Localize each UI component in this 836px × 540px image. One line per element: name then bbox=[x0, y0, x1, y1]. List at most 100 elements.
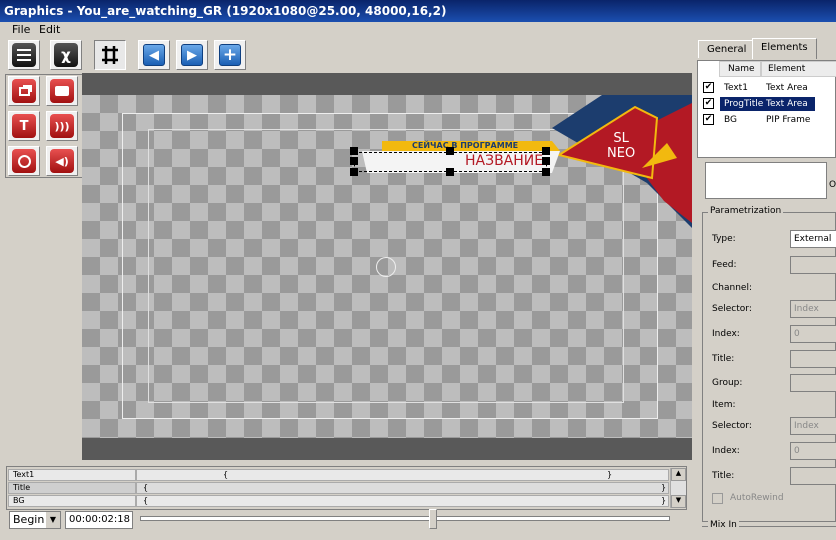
rectangle-tool[interactable] bbox=[46, 76, 78, 106]
resize-handle[interactable] bbox=[446, 147, 454, 155]
banner-top-text: СЕЙЧАС В ПРОГРАММЕ bbox=[412, 141, 519, 150]
resize-handle[interactable] bbox=[350, 168, 358, 176]
next-button[interactable]: ▶ bbox=[176, 40, 208, 70]
timeline-slider-track[interactable] bbox=[140, 516, 670, 521]
speaker-icon: ◀) bbox=[50, 149, 74, 173]
window-title: Graphics - You_are_watching_GR (1920x108… bbox=[0, 0, 836, 22]
clock-tool[interactable] bbox=[8, 146, 40, 176]
list-item[interactable]: ✔ ProgTitle Text Area bbox=[698, 96, 836, 112]
previous-button[interactable]: ◀ bbox=[138, 40, 170, 70]
element-name: ProgTitle bbox=[724, 99, 764, 109]
parametrization-legend: Parametrization bbox=[708, 206, 784, 216]
grid-icon bbox=[102, 46, 118, 64]
track-out-marker: } bbox=[607, 470, 613, 479]
mixin-legend: Mix In bbox=[708, 520, 739, 530]
track-in-marker: { bbox=[143, 483, 149, 492]
selector-field[interactable]: Index bbox=[790, 300, 836, 318]
safe-area-button[interactable] bbox=[94, 40, 126, 70]
scroll-down-icon[interactable]: ▼ bbox=[671, 495, 686, 508]
resize-handle[interactable] bbox=[350, 147, 358, 155]
logo-text: SL NEO bbox=[607, 131, 635, 161]
graphics-canvas[interactable]: СЕЙЧАС В ПРОГРАММЕ НАЗВАНИЕ SL NEO bbox=[82, 73, 692, 460]
title2-label: Title: bbox=[712, 471, 735, 481]
menu-file[interactable]: File bbox=[12, 23, 30, 36]
element-preview bbox=[705, 162, 827, 199]
title2-field[interactable] bbox=[790, 467, 836, 485]
scroll-up-icon[interactable]: ▲ bbox=[671, 468, 686, 481]
audio-tool[interactable]: ◀) bbox=[46, 146, 78, 176]
selector2-field[interactable]: Index bbox=[790, 417, 836, 435]
track-in-marker: { bbox=[223, 470, 229, 479]
index-label: Index: bbox=[712, 329, 740, 339]
arrow-left-icon: ◀ bbox=[143, 44, 165, 66]
selector-label: Selector: bbox=[712, 304, 752, 314]
text-tool[interactable]: T bbox=[8, 111, 40, 141]
mode-value: Begin bbox=[13, 513, 45, 526]
pip-tool[interactable] bbox=[8, 76, 40, 106]
add-button[interactable]: + bbox=[214, 40, 246, 70]
column-header-element[interactable]: Element bbox=[761, 61, 836, 77]
script-button[interactable]: χ bbox=[50, 40, 82, 70]
clock-icon bbox=[12, 149, 36, 173]
track-in-marker: { bbox=[143, 496, 149, 505]
selector2-label: Selector: bbox=[712, 421, 752, 431]
function-icon: χ bbox=[54, 43, 78, 67]
index-field[interactable]: 0 bbox=[790, 325, 836, 343]
timeline-slider-thumb[interactable] bbox=[429, 509, 438, 529]
visibility-checkbox[interactable]: ✔ bbox=[703, 98, 714, 109]
timecode-field[interactable]: 00:00:02:18 bbox=[65, 511, 133, 529]
visibility-checkbox[interactable]: ✔ bbox=[703, 114, 714, 125]
track-label[interactable]: Text1 bbox=[8, 469, 136, 481]
list-item[interactable]: ✔ BG PIP Frame bbox=[698, 112, 836, 128]
resize-handle[interactable] bbox=[350, 157, 358, 165]
resize-handle[interactable] bbox=[542, 168, 550, 176]
group-label: Group: bbox=[712, 378, 743, 388]
properties-button[interactable] bbox=[8, 40, 40, 70]
menu-edit[interactable]: Edit bbox=[39, 23, 60, 36]
tab-elements[interactable]: Elements bbox=[752, 38, 817, 59]
track-bar[interactable]: { } bbox=[136, 482, 669, 494]
index2-field[interactable]: 0 bbox=[790, 442, 836, 460]
chevron-down-icon[interactable]: ▼ bbox=[46, 512, 60, 528]
resize-handle[interactable] bbox=[446, 168, 454, 176]
element-type: Text Area bbox=[766, 99, 808, 109]
track-label[interactable]: BG bbox=[8, 495, 136, 507]
rss-icon: ))) bbox=[50, 114, 74, 138]
autorewind-label: AutoRewind bbox=[730, 493, 784, 503]
text-icon: T bbox=[12, 114, 36, 138]
track-bar[interactable]: { } bbox=[136, 469, 669, 481]
resize-handle[interactable] bbox=[542, 147, 550, 155]
logo-line-1: SL bbox=[613, 131, 629, 146]
side-label: O bbox=[829, 180, 836, 190]
plus-icon: + bbox=[219, 44, 241, 66]
autorewind-checkbox[interactable] bbox=[712, 493, 723, 504]
rss-tool[interactable]: ))) bbox=[46, 111, 78, 141]
element-name: BG bbox=[724, 115, 737, 125]
group-field[interactable] bbox=[790, 374, 836, 392]
visibility-checkbox[interactable]: ✔ bbox=[703, 82, 714, 93]
title-label: Title: bbox=[712, 354, 735, 364]
banner-artwork bbox=[362, 95, 692, 228]
timeline-scrollbar[interactable]: ▲ ▼ bbox=[670, 468, 686, 508]
feed-label: Feed: bbox=[712, 260, 737, 270]
pip-icon bbox=[12, 79, 36, 103]
element-name: Text1 bbox=[724, 83, 748, 93]
title-field[interactable] bbox=[790, 350, 836, 368]
track-label[interactable]: Title bbox=[8, 482, 136, 494]
list-item[interactable]: ✔ Text1 Text Area bbox=[698, 80, 836, 96]
element-type: PIP Frame bbox=[766, 115, 811, 125]
rectangle-icon bbox=[50, 79, 74, 103]
feed-field[interactable] bbox=[790, 256, 836, 274]
type-select[interactable]: External bbox=[790, 230, 836, 248]
element-type: Text Area bbox=[766, 83, 808, 93]
logo-line-2: NEO bbox=[607, 146, 636, 161]
elements-list: Name Element ✔ Text1 Text Area ✔ ProgTit… bbox=[697, 60, 836, 158]
index2-label: Index: bbox=[712, 446, 740, 456]
type-label: Type: bbox=[712, 234, 736, 244]
column-header-name[interactable]: Name bbox=[719, 61, 761, 77]
arrow-right-icon: ▶ bbox=[181, 44, 203, 66]
track-bar[interactable]: { } bbox=[136, 495, 669, 507]
resize-handle[interactable] bbox=[542, 157, 550, 165]
tab-general[interactable]: General bbox=[698, 40, 756, 58]
mode-select[interactable]: Begin ▼ bbox=[9, 511, 61, 529]
